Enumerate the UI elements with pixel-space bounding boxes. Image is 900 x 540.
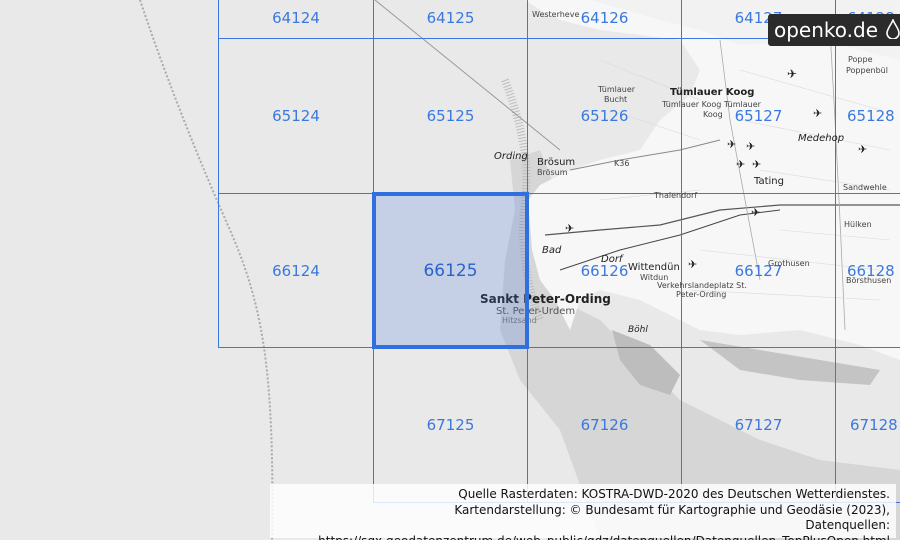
grid-cell-label: 65124 — [272, 107, 320, 125]
grid-cell[interactable]: 67127 — [681, 347, 836, 503]
attribution-line: Kartendarstellung: © Bundesamt für Karto… — [454, 502, 890, 517]
place-label: Dorf — [601, 254, 623, 265]
place-label: Bucht — [604, 95, 628, 104]
openko-logo[interactable]: openko.de — [768, 14, 900, 46]
grid-cell[interactable]: 65124 — [218, 38, 374, 194]
place-label: Hülken — [844, 220, 872, 229]
place-label: Koog — [703, 110, 723, 119]
grid-cell-label: 67125 — [426, 416, 475, 434]
grid-cell[interactable]: 64126 — [527, 0, 682, 39]
place-label: Brösum — [537, 157, 576, 168]
selected-grid-cell[interactable]: 66125 — [372, 192, 529, 349]
grid-cell-label: 64124 — [272, 9, 320, 27]
attribution-box: Quelle Rasterdaten: KOSTRA-DWD-2020 des … — [270, 484, 896, 540]
place-label: Peter-Ording — [676, 290, 727, 299]
grid-cell-label: 66127 — [734, 261, 783, 280]
place-label: Tümlauer — [598, 85, 636, 94]
place-label: Ording — [494, 151, 528, 162]
attribution-line: Quelle Rasterdaten: KOSTRA-DWD-2020 des … — [458, 487, 890, 501]
grid-cell-label: 67127 — [734, 416, 783, 434]
raindrop-icon — [886, 19, 900, 39]
grid-cell[interactable]: 65125 — [373, 38, 528, 194]
grid-cell-label: 67128 — [850, 416, 898, 434]
place-label: Westerheve — [532, 10, 580, 19]
grid-cell[interactable]: 67125 — [373, 347, 528, 503]
place-label: Poppenbül — [846, 66, 888, 75]
grid-cell-label: 67126 — [580, 416, 629, 434]
grid-cell-label: 65125 — [426, 107, 475, 125]
place-label: K36 — [614, 159, 630, 168]
place-label: Medehop — [798, 133, 845, 144]
map-view[interactable]: ✈ ✈ ✈ ✈ ✈ ✈ ✈ ✈ ✈ ✈ 64124 64125 64126 64… — [0, 0, 900, 540]
place-label: Thalendorf — [654, 191, 698, 200]
place-label: Tümlauer Koog — [670, 87, 755, 98]
logo-text: openko.de — [774, 18, 879, 42]
grid-cell-label: 65126 — [580, 107, 629, 125]
place-label: Brösum — [537, 168, 568, 177]
place-label: Grothusen — [768, 259, 810, 268]
place-label: Böhl — [628, 325, 648, 335]
grid-cell[interactable]: 66124 — [218, 193, 374, 348]
grid-cell[interactable]: 64125 — [373, 0, 528, 39]
grid-cell-label: 64125 — [426, 9, 475, 27]
grid-cell-label: 65128 — [847, 107, 895, 125]
grid-cell[interactable]: 67128 — [835, 347, 900, 503]
attribution-line: Datenquellen: https://sgx.geodatenzentru… — [318, 518, 890, 540]
place-label: Börsthusen — [846, 276, 892, 285]
grid-cell-label: 66124 — [272, 261, 320, 280]
grid-cell[interactable]: 67126 — [527, 347, 682, 503]
place-label: Poppe — [848, 55, 873, 64]
selected-grid-cell-label: 66125 — [423, 260, 478, 281]
place-label: Sandwehle — [843, 183, 887, 192]
grid-cell[interactable]: 64124 — [218, 0, 374, 39]
place-label: Wittendün — [628, 262, 680, 273]
grid-cell[interactable]: 66128 — [835, 193, 900, 348]
place-label: Tümlauer Koog Tümlauer — [662, 100, 761, 109]
grid-cell[interactable]: 66127 — [681, 193, 836, 348]
place-label: Verkehrslandeplatz St. — [657, 281, 747, 290]
place-label: Tating — [754, 176, 784, 187]
place-label: Bad — [542, 245, 562, 256]
